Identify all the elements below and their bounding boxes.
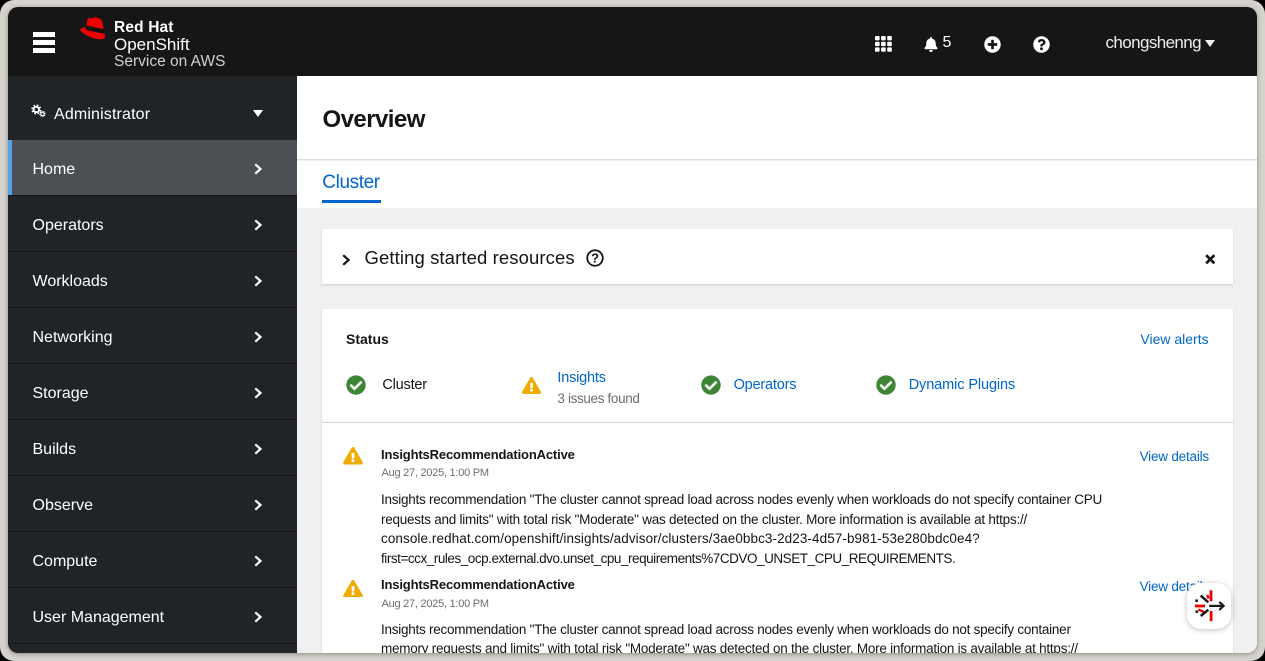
- svg-text:?: ?: [591, 250, 599, 265]
